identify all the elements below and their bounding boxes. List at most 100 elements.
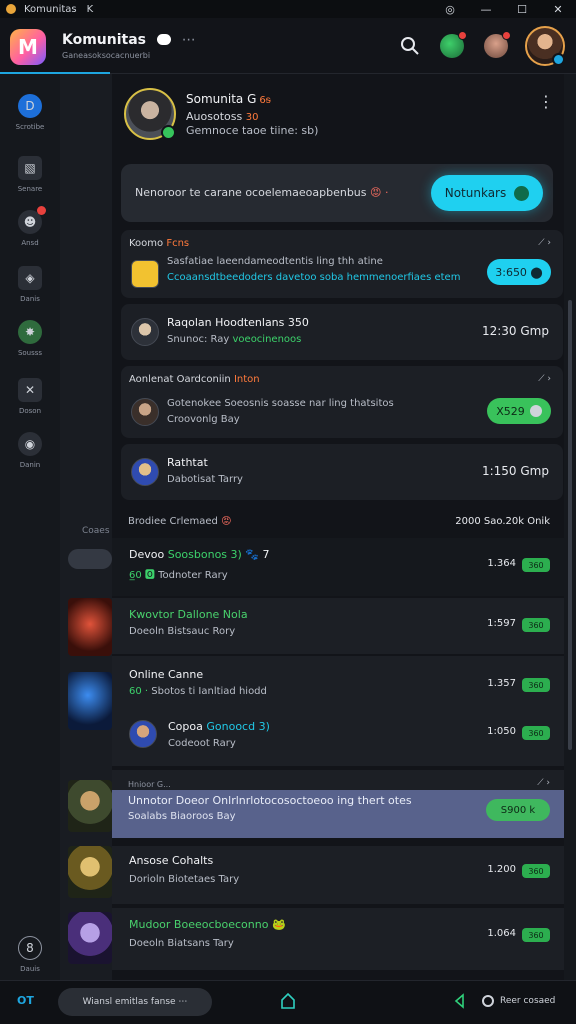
community-card[interactable]: Koomo Fcns ⟋ › Sasfatiae laeendameodtent… xyxy=(121,230,563,298)
card-action-label: X529 xyxy=(496,404,525,418)
player-sub-accent: 60 · xyxy=(129,686,149,697)
community-card[interactable]: Rathtat Dabotisat Tarry 1:150 Gmp xyxy=(121,444,563,500)
side-panel-search[interactable] xyxy=(68,549,112,569)
community-card[interactable]: Aonlenat Oardconiin Inton ⟋ › Gotenokee … xyxy=(121,366,563,438)
emoji-icon: 🐸 xyxy=(271,918,286,931)
back-icon[interactable] xyxy=(452,993,468,1009)
player-name: Mudoor Boeeocboeconno xyxy=(129,918,269,931)
bottom-bar: OT Wiansl emitlas fanse ⋯ Reer cosaed xyxy=(0,980,576,1024)
back-icon[interactable]: K xyxy=(87,4,94,15)
edit-icon: ▧ xyxy=(18,156,42,180)
stats-icon[interactable]: OT xyxy=(17,994,34,1007)
game-thumbnail[interactable] xyxy=(68,672,112,730)
highlight-label: Hnioor G... xyxy=(128,780,171,789)
player-tag: 360 xyxy=(522,618,550,632)
sidebar-item[interactable]: ◈ Danis xyxy=(0,266,60,322)
card-title-row: Aonlenat Oardconiin Inton xyxy=(129,374,260,385)
player-row[interactable]: Mudoor Boeeocboeconno 🐸 Doeoln Biatsans … xyxy=(112,908,564,970)
player-sub-accent: 6̲0 🅾 xyxy=(129,570,155,581)
notification-dot xyxy=(458,31,467,40)
player-sub: Doeoln Bistsauc Rory xyxy=(129,626,236,637)
composer-pill[interactable]: Wiansl emitlas fanse ⋯ xyxy=(58,988,212,1016)
sidebar-item[interactable]: ✸ Sousss xyxy=(0,320,60,376)
user-avatar xyxy=(129,720,157,748)
player-name-row: Copoa Gonoocd 3) xyxy=(168,720,270,733)
card-link[interactable]: Ccoaansdtbeedoders davetoo soba hemmenoe… xyxy=(167,272,460,283)
notification-badge xyxy=(37,206,46,215)
player-name-accent: Gonoocd 3) xyxy=(206,720,270,733)
user-avatar xyxy=(131,458,159,486)
player-group[interactable]: Online Canne 60 · Sbotos ti Ianltiad hio… xyxy=(112,656,564,766)
player-row[interactable]: Kwovtor Dallone Nola Doeoln Bistsauc Ror… xyxy=(112,598,564,654)
sidebar-item[interactable]: D Scrotibe xyxy=(0,94,60,150)
sidebar-item-label: Dauis xyxy=(20,965,40,973)
player-name-accent: Soosbonos 3) xyxy=(167,548,242,561)
sidebar-item[interactable]: ✕ Doson xyxy=(0,378,60,434)
player-tag: 360 xyxy=(522,558,550,572)
maximize-button[interactable]: ☐ xyxy=(504,0,540,18)
connection-status-text: Reer cosaed xyxy=(500,996,556,1006)
player-value: 1.064 xyxy=(487,928,516,939)
card-line-row: Snunoc: Ray voeocinenoos xyxy=(167,334,301,345)
notification-banner: Nenoroor te carane ocoelemaeoapbenbus 😡 … xyxy=(121,164,553,222)
sidebar-item-label: Doson xyxy=(18,407,42,415)
profile-subtitle: Auosotoss xyxy=(186,110,243,123)
app-icon xyxy=(6,4,16,14)
expand-icon[interactable]: ⟋ › xyxy=(537,778,550,788)
kebab-menu-icon[interactable]: ⋮ xyxy=(538,92,554,111)
card-title-row: Koomo Fcns xyxy=(129,238,189,249)
player-thumbnail[interactable] xyxy=(68,780,112,832)
profile-avatar[interactable] xyxy=(124,88,176,140)
player-sub: Codeoot Rary xyxy=(168,738,236,749)
player-row[interactable]: Devoo Soosbonos 3) 🐾 7 6̲0 🅾 Todnoter Ra… xyxy=(112,538,564,596)
friend-avatar[interactable] xyxy=(484,31,511,58)
card-line: Dabotisat Tarry xyxy=(167,474,243,485)
card-title-accent: Inton xyxy=(233,374,260,385)
expand-icon[interactable]: ⟋ › xyxy=(538,374,551,384)
highlight-header: Hnioor G... ⟋ › xyxy=(112,770,564,790)
notification-button-label: Notunkars xyxy=(444,186,507,200)
player-thumbnail[interactable] xyxy=(68,846,112,898)
profile-name: Somunita G xyxy=(186,92,257,106)
card-action-button[interactable]: 3:650 ⬤ xyxy=(487,259,551,285)
card-title: Aonlenat Oardconiin xyxy=(129,374,231,385)
player-tag: 360 xyxy=(522,864,550,878)
user-avatar[interactable] xyxy=(525,26,565,66)
player-row[interactable]: Ansose Cohalts Dorioln Biotetaes Tary 1.… xyxy=(112,846,564,904)
friends-icon: ☻ xyxy=(18,206,46,234)
expand-icon[interactable]: ⟋ › xyxy=(538,238,551,248)
player-thumbnail[interactable] xyxy=(68,912,112,964)
window-controls: ◎ — ☐ ✕ xyxy=(432,0,576,18)
profile-sub-row: Auosotoss 30 xyxy=(186,110,258,123)
sidebar-item[interactable]: ▧ Senare xyxy=(0,156,60,212)
trophy-icon xyxy=(131,260,159,288)
notification-button[interactable]: Notunkars xyxy=(431,175,543,211)
player-tag: 360 xyxy=(522,726,550,740)
window-titlebar: Komunitas K ◎ — ☐ ✕ xyxy=(0,0,576,18)
community-card[interactable]: Raqolan Hoodtenlans 350 Snunoc: Ray voeo… xyxy=(121,304,563,360)
home-icon[interactable] xyxy=(280,992,296,1010)
player-tag: 360 xyxy=(522,928,550,942)
player-name: Copoa xyxy=(168,720,203,733)
player-name: Kwovtor Dallone Nola xyxy=(129,608,248,621)
game-thumbnail[interactable] xyxy=(68,598,112,656)
minimize-button[interactable]: — xyxy=(468,0,504,18)
close-button[interactable]: ✕ xyxy=(540,0,576,18)
highlight-action-button[interactable]: S900 k xyxy=(486,799,550,821)
status-icon[interactable]: ◎ xyxy=(432,0,468,18)
friend-avatar[interactable] xyxy=(440,31,467,58)
player-name: Online Canne xyxy=(129,668,204,681)
card-action-button[interactable]: X529 xyxy=(487,398,551,424)
app-logo[interactable]: M xyxy=(10,29,46,65)
player-value: 1:050 xyxy=(487,726,516,737)
search-icon[interactable] xyxy=(400,36,420,56)
toggle-icon[interactable] xyxy=(156,34,171,45)
scrollbar[interactable] xyxy=(568,300,572,750)
sidebar-item[interactable]: ☻ Ansd xyxy=(0,206,60,266)
app-name: Komunitas xyxy=(62,32,147,48)
selected-player-row[interactable]: Unnotor Doeor Onlrlnrlotocosoctoeoo ing … xyxy=(112,790,564,838)
profile-meta: Gemnoce taoe tiine: sb) xyxy=(186,124,319,137)
section-title: Brodiee Crlemaed xyxy=(128,516,218,527)
sidebar-item[interactable]: ◉ Danin xyxy=(0,432,60,488)
more-icon[interactable]: ⋯ xyxy=(182,32,196,48)
